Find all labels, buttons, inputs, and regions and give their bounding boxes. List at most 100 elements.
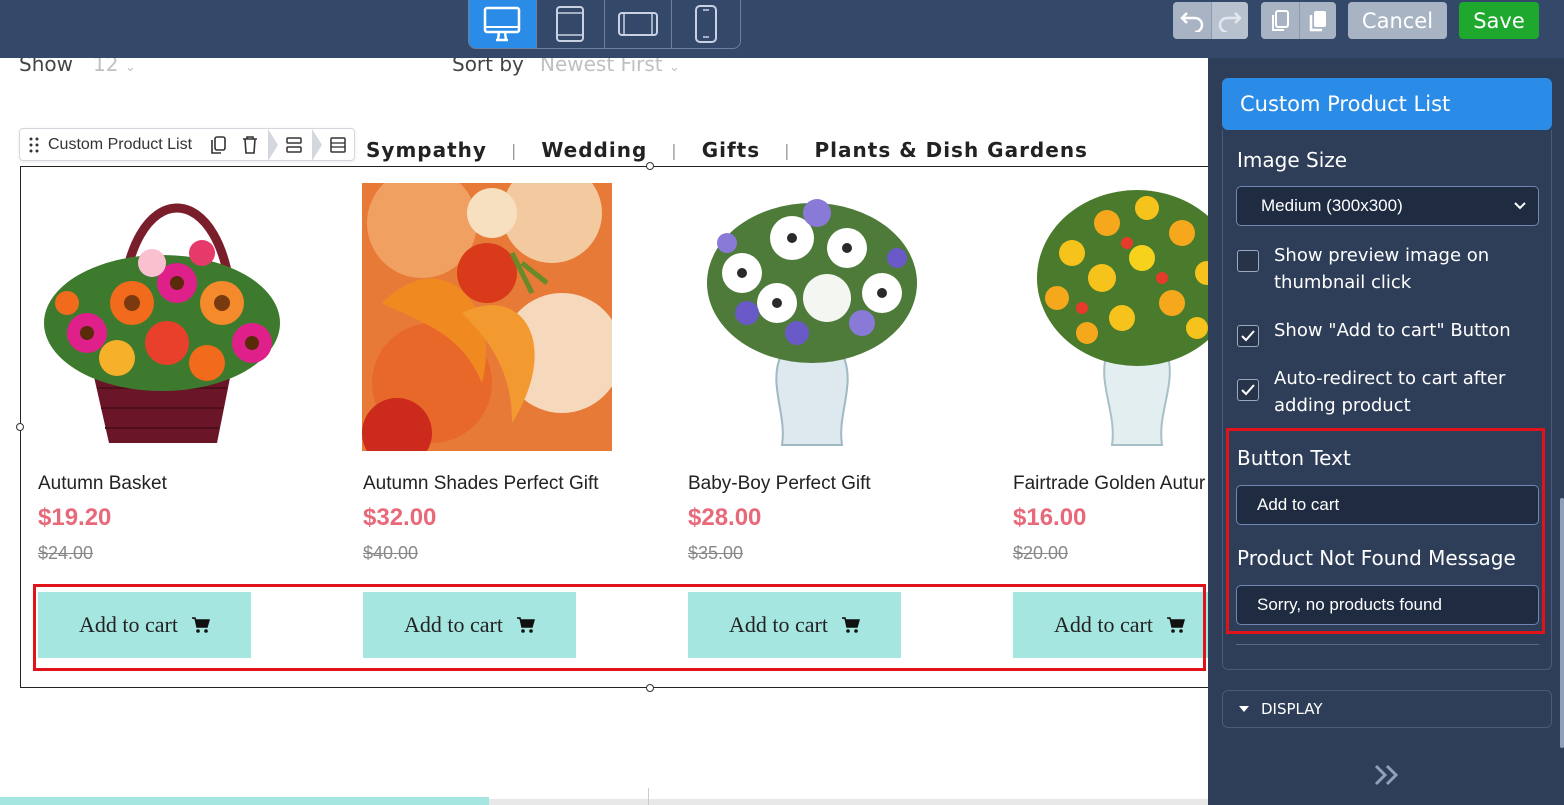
button-text-input[interactable]: Add to cart (1236, 485, 1539, 525)
product-name[interactable]: Autumn Basket (38, 473, 167, 495)
editor-canvas: Show 12 ⌄ Sort by Newest First ⌄ , Sympa… (0, 58, 1208, 805)
product-card: Autumn Basket $19.20 $24.00 Add to cart (37, 183, 327, 658)
preview-image-label: Show preview image on thumbnail click (1274, 245, 1490, 293)
chevron-down-icon (1514, 202, 1526, 210)
row-layout-icon (286, 136, 302, 153)
sort-select[interactable]: Newest First ⌄ (540, 58, 680, 76)
auto-redirect-label: Auto-redirect to cart after adding produ… (1274, 368, 1506, 416)
product-image-autumn-shades[interactable] (362, 183, 612, 451)
show-add-to-cart-option: Show "Add to cart" Button (1237, 317, 1524, 347)
settings-panel: Custom Product List Image Size Medium (3… (1208, 58, 1564, 805)
redo-button[interactable] (1210, 2, 1248, 39)
desktop-view-button[interactable] (469, 0, 537, 48)
highlight-box-cart-buttons (33, 584, 1206, 671)
mobile-icon (695, 4, 718, 43)
product-old-price: $20.00 (1013, 543, 1069, 563)
scrollbar-thumb[interactable] (0, 797, 489, 805)
panel-scrollbar[interactable] (1560, 498, 1564, 748)
breadcrumb-arrow (268, 128, 279, 161)
chevron-down-icon: ⌄ (124, 60, 136, 75)
sort-value: Newest First (540, 58, 663, 76)
paste-icon (1309, 10, 1326, 31)
duplicate-icon (211, 135, 226, 154)
product-image-fairtrade-golden[interactable] (1012, 183, 1208, 451)
paste-button[interactable] (1298, 2, 1336, 39)
button-text-label: Button Text (1237, 446, 1351, 470)
not-found-message-value: Sorry, no products found (1257, 595, 1442, 614)
preview-image-checkbox[interactable] (1237, 250, 1259, 272)
product-price: $28.00 (688, 504, 762, 531)
parent-section-button[interactable] (322, 129, 354, 160)
widget-name: Custom Product List (48, 135, 193, 153)
category-link-wedding[interactable]: Wedding (541, 138, 647, 162)
duplicate-widget-button[interactable] (202, 129, 234, 160)
preview-image-option: Show preview image on thumbnail click (1237, 242, 1524, 296)
category-link-sympathy[interactable]: Sympathy (366, 138, 487, 162)
top-toolbar: Cancel Save (0, 0, 1564, 58)
tablet-landscape-icon (617, 11, 658, 36)
product-old-price: $40.00 (363, 543, 419, 563)
double-chevron-right-icon (1374, 764, 1399, 786)
show-count-value: 12 (93, 58, 119, 76)
show-label: Show (19, 58, 73, 76)
check-icon (1241, 384, 1255, 396)
resize-handle-left[interactable] (16, 423, 24, 431)
show-add-to-cart-label: Show "Add to cart" Button (1274, 320, 1511, 341)
display-accordion[interactable]: DISPLAY (1222, 690, 1552, 728)
category-divider: | (784, 140, 791, 160)
collapse-panel-button[interactable] (1372, 762, 1402, 793)
copy-paste-group (1261, 2, 1336, 39)
category-link-gifts[interactable]: Gifts (702, 138, 760, 162)
product-image-baby-boy[interactable] (687, 183, 937, 451)
resize-handle-bottom[interactable] (646, 684, 654, 692)
product-name[interactable]: Baby-Boy Perfect Gift (688, 473, 871, 495)
image-size-value: Medium (300x300) (1261, 196, 1403, 215)
show-count-select[interactable]: 12 ⌄ (93, 58, 136, 76)
undo-button[interactable] (1174, 2, 1211, 39)
parent-row-button[interactable] (278, 129, 310, 160)
product-image-autumn-basket[interactable] (37, 183, 287, 451)
drag-handle-icon[interactable] (20, 137, 48, 153)
breadcrumb-arrow (312, 128, 323, 161)
check-icon (1241, 330, 1255, 342)
horizontal-scrollbar[interactable] (0, 789, 1208, 805)
save-button[interactable]: Save (1459, 2, 1539, 39)
product-price: $32.00 (363, 504, 437, 531)
undo-redo-group (1173, 2, 1248, 39)
sort-label: Sort by (452, 58, 524, 76)
show-add-to-cart-checkbox[interactable] (1237, 325, 1259, 347)
auto-redirect-checkbox[interactable] (1237, 379, 1259, 401)
delete-widget-button[interactable] (234, 129, 266, 160)
product-card: Baby-Boy Perfect Gift $28.00 $35.00 Add … (687, 183, 977, 658)
divider (1236, 644, 1539, 645)
category-divider: | (671, 140, 678, 160)
resize-handle-top[interactable] (646, 162, 654, 170)
not-found-message-input[interactable]: Sorry, no products found (1236, 585, 1539, 625)
mobile-view-button[interactable] (672, 0, 740, 48)
product-price: $16.00 (1013, 504, 1087, 531)
product-name[interactable]: Fairtrade Golden Autur (1013, 473, 1205, 495)
divider (648, 788, 649, 805)
trash-icon (243, 135, 258, 154)
chevron-down-icon: ⌄ (669, 60, 680, 75)
tablet-icon (556, 5, 585, 42)
product-price: $19.20 (38, 504, 112, 531)
caret-down-icon (1239, 706, 1249, 712)
scrollbar-track (489, 799, 1208, 805)
widget-toolbar: Custom Product List (19, 128, 356, 161)
desktop-icon (484, 6, 521, 41)
tablet-landscape-view-button[interactable] (605, 0, 673, 48)
not-found-message-label: Product Not Found Message (1237, 546, 1516, 570)
category-link-plants[interactable]: Plants & Dish Gardens (815, 138, 1088, 162)
panel-title[interactable]: Custom Product List (1222, 78, 1552, 130)
undo-icon (1180, 11, 1204, 32)
copy-button[interactable] (1262, 2, 1299, 39)
copy-icon (1272, 9, 1289, 31)
tablet-view-button[interactable] (537, 0, 605, 48)
device-switcher (468, 0, 741, 49)
auto-redirect-option: Auto-redirect to cart after adding produ… (1237, 365, 1524, 419)
category-nav: Sympathy | Wedding | Gifts | Plants & Di… (366, 138, 1088, 162)
image-size-select[interactable]: Medium (300x300) (1236, 186, 1539, 226)
cancel-button[interactable]: Cancel (1348, 2, 1447, 39)
product-name[interactable]: Autumn Shades Perfect Gift (363, 473, 599, 495)
